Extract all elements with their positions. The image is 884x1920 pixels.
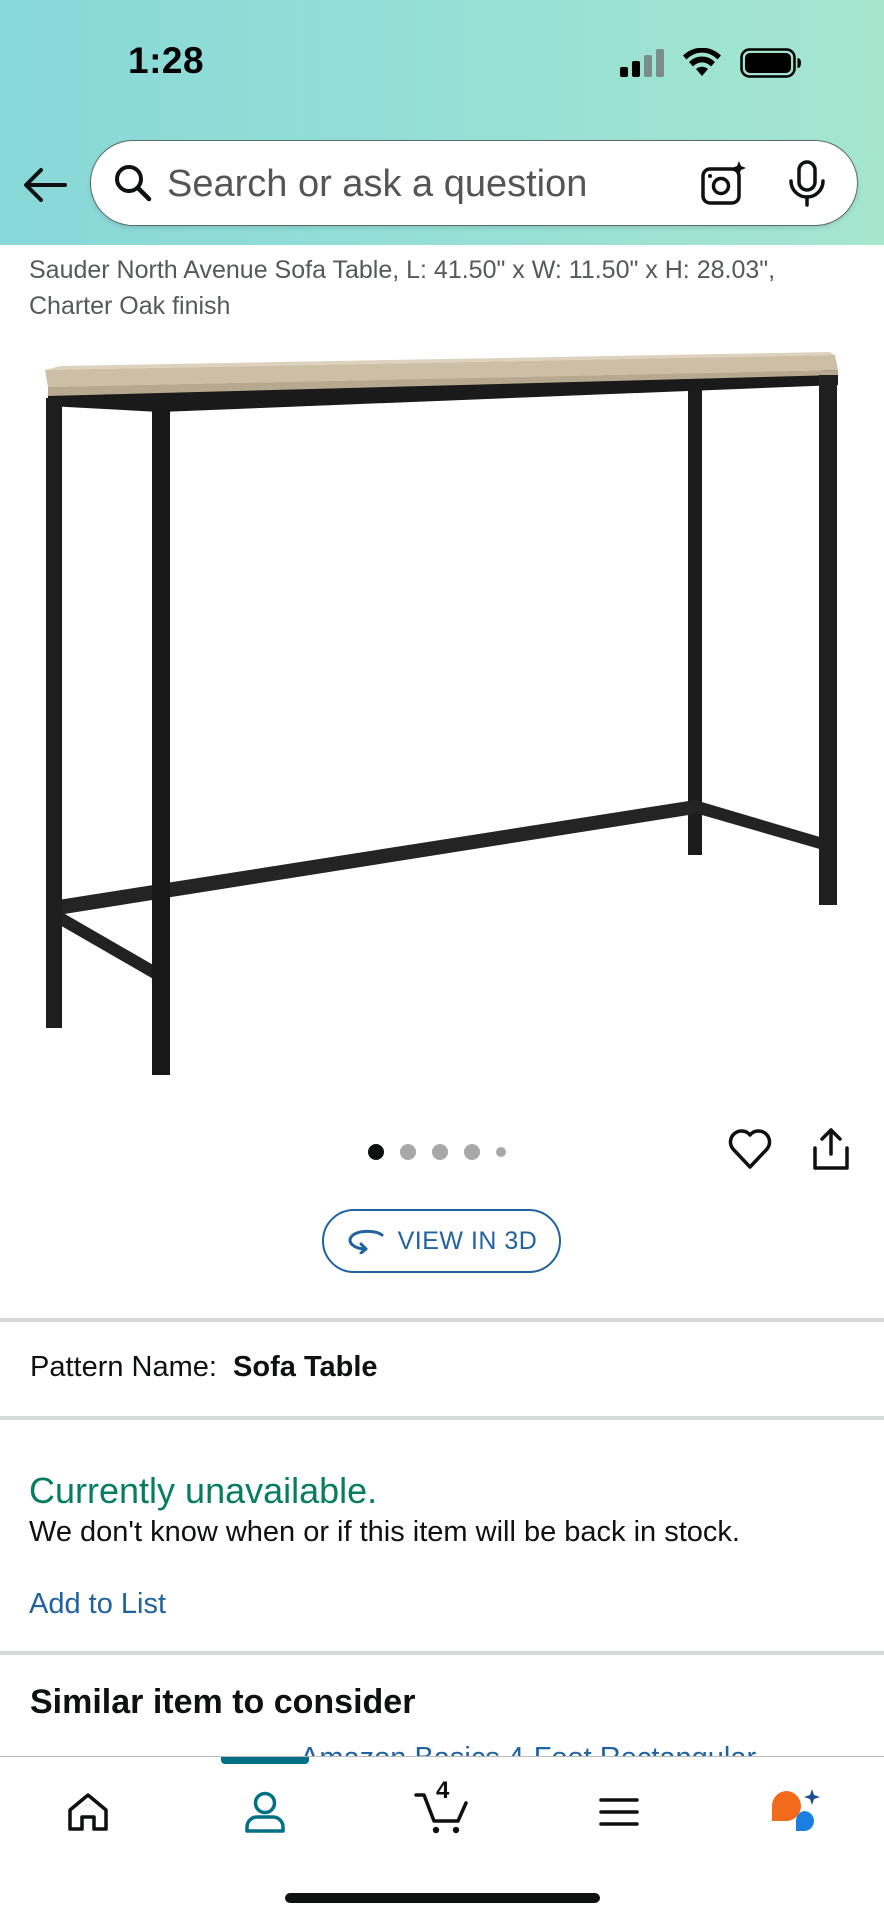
product-image[interactable]	[40, 330, 850, 1075]
chat-ai-icon	[771, 1789, 820, 1831]
back-arrow-icon	[24, 168, 67, 202]
section-divider	[0, 1318, 884, 1322]
pattern-name-value: Sofa Table	[233, 1351, 378, 1383]
header: 1:28 Search or ask a question	[0, 0, 884, 245]
tab-home[interactable]	[48, 1777, 128, 1847]
add-to-list-link[interactable]: Add to List	[29, 1588, 166, 1621]
pattern-name-row: Pattern Name: Sofa Table	[30, 1351, 378, 1384]
carousel-dot[interactable]	[464, 1144, 480, 1160]
tab-menu[interactable]	[579, 1777, 659, 1847]
carousel-dot[interactable]	[400, 1144, 416, 1160]
product-title[interactable]: Sauder North Avenue Sofa Table, L: 41.50…	[29, 252, 829, 324]
back-button[interactable]	[20, 160, 70, 210]
signal-icon	[620, 49, 664, 77]
hamburger-icon	[599, 1798, 639, 1826]
section-divider	[0, 1651, 884, 1655]
share-icon[interactable]	[810, 1126, 852, 1172]
battery-icon	[740, 48, 801, 78]
person-icon	[245, 1791, 285, 1833]
pattern-name-label: Pattern Name:	[30, 1351, 217, 1383]
home-icon	[68, 1793, 108, 1831]
availability-message: We don't know when or if this item will …	[29, 1516, 740, 1548]
rotate-3d-icon	[348, 1229, 384, 1254]
search-input[interactable]: Search or ask a question	[167, 163, 587, 206]
similar-item-heading: Similar item to consider	[30, 1683, 416, 1721]
status-icons	[620, 48, 802, 78]
carousel-dot[interactable]	[496, 1147, 506, 1157]
microphone-icon[interactable]	[785, 159, 829, 209]
camera-search-icon[interactable]	[699, 159, 749, 209]
tab-account[interactable]	[225, 1777, 305, 1847]
view-in-3d-button[interactable]: VIEW IN 3D	[322, 1209, 561, 1273]
tab-rufus[interactable]	[756, 1777, 836, 1847]
section-divider	[0, 1416, 884, 1420]
wifi-icon	[683, 48, 721, 76]
home-indicator	[285, 1893, 600, 1903]
cart-count-badge: 4	[436, 1777, 450, 1804]
search-bar[interactable]: Search or ask a question	[90, 140, 858, 226]
heart-icon[interactable]	[727, 1128, 773, 1170]
search-icon	[115, 165, 152, 202]
carousel-dot[interactable]	[432, 1144, 448, 1160]
status-time: 1:28	[128, 40, 205, 81]
carousel-dot[interactable]	[368, 1144, 384, 1160]
active-tab-indicator	[221, 1757, 309, 1764]
image-carousel-dots[interactable]	[368, 1144, 506, 1160]
view-in-3d-label: VIEW IN 3D	[397, 1226, 538, 1255]
availability-status: Currently unavailable.	[29, 1470, 378, 1511]
